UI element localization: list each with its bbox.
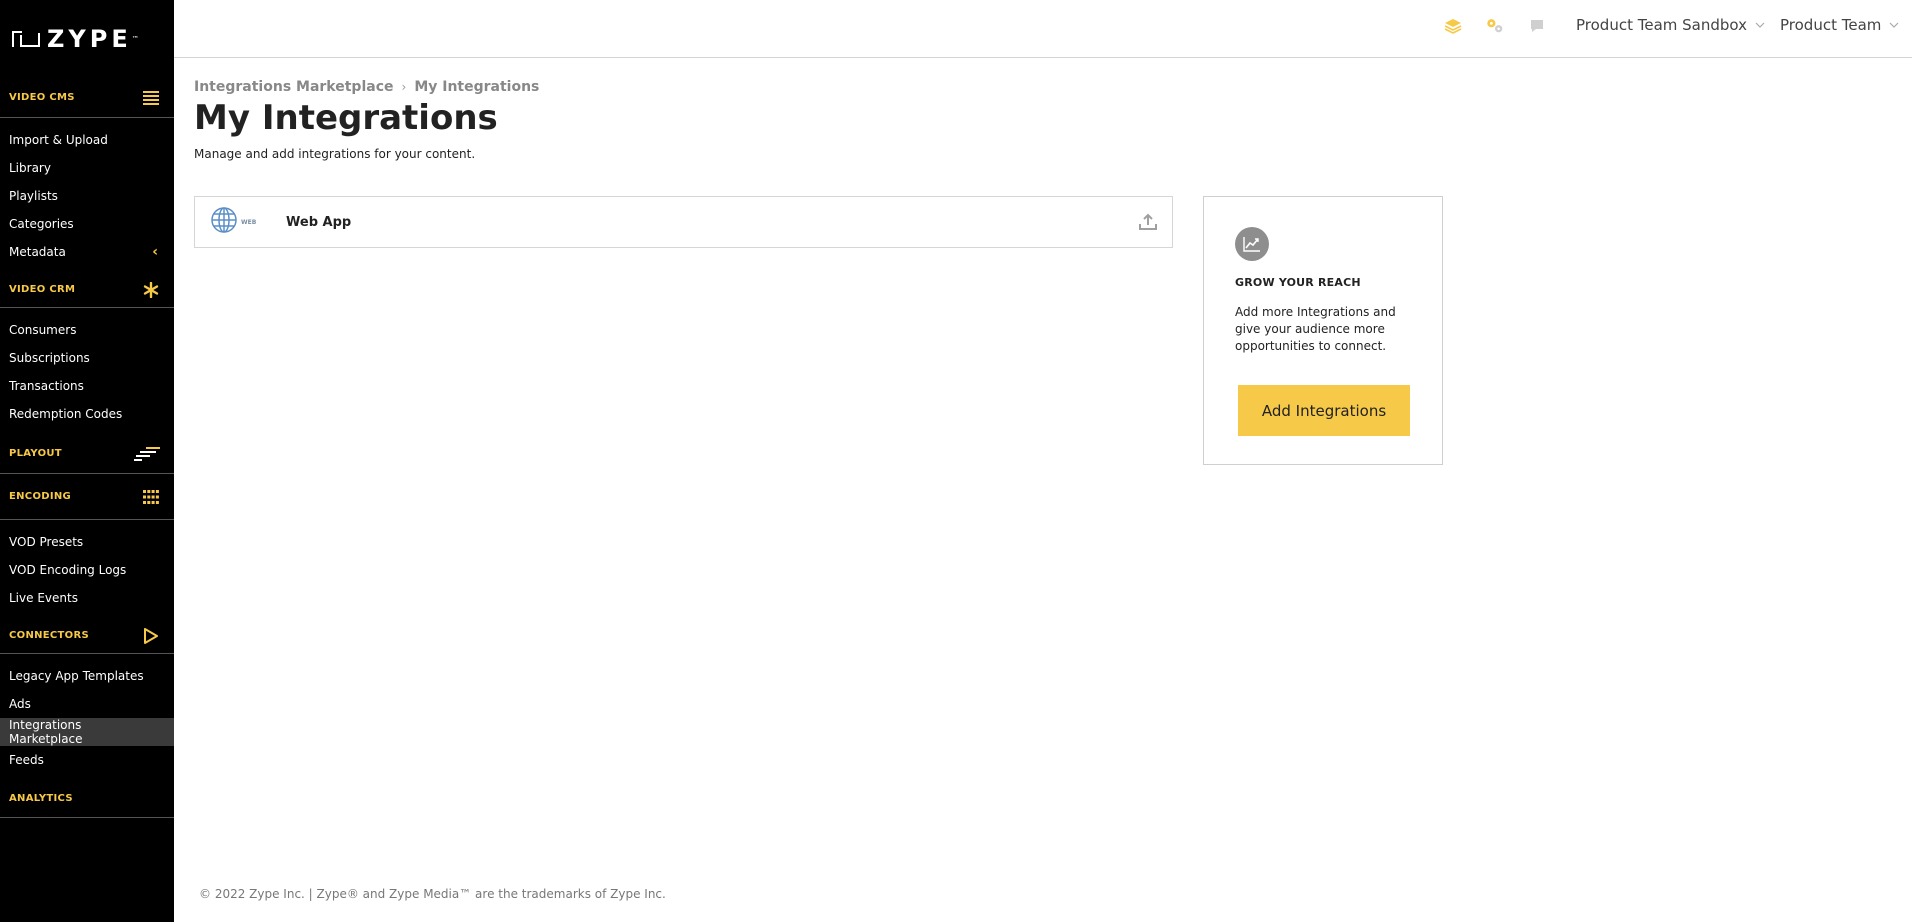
breadcrumb: Integrations Marketplace › My Integratio… — [194, 79, 1912, 95]
integration-name: Web App — [286, 214, 352, 230]
breadcrumb-current: My Integrations — [414, 79, 540, 95]
sidebar-item-transactions[interactable]: Transactions — [0, 372, 174, 400]
footer-text: © 2022 Zype Inc. | Zype® and Zype Media™… — [199, 887, 666, 901]
sidebar-item-label: Feeds — [9, 753, 44, 767]
account-dropdown-label: Product Team Sandbox — [1576, 16, 1747, 34]
breadcrumb-parent-link[interactable]: Integrations Marketplace — [194, 79, 394, 95]
section-video-crm[interactable]: VIDEO CRM — [0, 272, 174, 308]
video-cms-list: Import & Upload Library Playlists Catego… — [0, 118, 174, 272]
sidebar-item-integrations-marketplace[interactable]: Integrations Marketplace — [0, 718, 174, 746]
main-content: Integrations Marketplace › My Integratio… — [194, 58, 1912, 465]
chevron-down-icon — [1889, 20, 1899, 31]
section-connectors[interactable]: CONNECTORS — [0, 618, 174, 654]
sidebar-item-label: Legacy App Templates — [9, 669, 144, 683]
sidebar-item-label: Categories — [9, 217, 74, 231]
sidebar-item-ads[interactable]: Ads — [0, 690, 174, 718]
add-integrations-button[interactable]: Add Integrations — [1238, 385, 1410, 436]
play-outline-icon — [142, 627, 160, 645]
zype-logo-icon — [12, 31, 42, 47]
section-title-analytics: ANALYTICS — [9, 793, 73, 804]
sidebar-item-label: Metadata — [9, 245, 66, 259]
brand-tm: ™ — [131, 35, 139, 43]
sidebar-item-subscriptions[interactable]: Subscriptions — [0, 344, 174, 372]
sidebar-item-redemption-codes[interactable]: Redemption Codes — [0, 400, 174, 428]
section-title-video-crm: VIDEO CRM — [9, 284, 76, 295]
sidebar-item-label: Transactions — [9, 379, 84, 393]
section-video-cms[interactable]: VIDEO CMS — [0, 78, 174, 118]
top-bar: Product Team Sandbox Product Team — [174, 0, 1912, 58]
page-description: Manage and add integrations for your con… — [194, 147, 476, 161]
sidebar-item-label: Library — [9, 161, 51, 175]
integration-row-web-app[interactable]: WEB Web App — [194, 196, 1173, 248]
sidebar-item-label: Subscriptions — [9, 351, 90, 365]
section-playout[interactable]: PLAYOUT — [0, 434, 174, 474]
sidebar-item-label: VOD Encoding Logs — [9, 563, 127, 577]
web-logo-tag: WEB — [241, 218, 257, 226]
globe-icon — [210, 206, 238, 238]
sidebar-item-metadata[interactable]: Metadata ‹ — [0, 238, 174, 266]
encoding-list: VOD Presets VOD Encoding Logs Live Event… — [0, 520, 174, 618]
playout-lines-icon — [134, 445, 160, 463]
sidebar-item-playlists[interactable]: Playlists — [0, 182, 174, 210]
upload-icon[interactable] — [1138, 212, 1158, 232]
sidebar-item-label: Import & Upload — [9, 133, 108, 147]
grid-icon — [142, 488, 160, 506]
account-dropdown[interactable]: Product Team Sandbox — [1576, 16, 1765, 34]
team-dropdown[interactable]: Product Team — [1780, 16, 1899, 34]
layers-icon[interactable] — [1443, 16, 1463, 36]
sidebar-item-import-upload[interactable]: Import & Upload — [0, 126, 174, 154]
sidebar: ZYPE ™ VIDEO CMS Import & Upload Library … — [0, 0, 174, 922]
zype-logo[interactable]: ZYPE ™ — [0, 0, 174, 78]
sidebar-item-label: VOD Presets — [9, 535, 84, 549]
section-title-playout: PLAYOUT — [9, 448, 62, 459]
section-encoding[interactable]: ENCODING — [0, 474, 174, 520]
page-title: My Integrations — [194, 98, 498, 138]
brand-name: ZYPE — [47, 25, 132, 53]
team-dropdown-label: Product Team — [1780, 16, 1882, 34]
sidebar-item-label: Integrations Marketplace — [9, 718, 83, 746]
sidebar-item-label: Consumers — [9, 323, 77, 337]
sidebar-item-legacy-app-templates[interactable]: Legacy App Templates — [0, 662, 174, 690]
promo-title: GROW YOUR REACH — [1235, 276, 1361, 289]
sidebar-item-vod-encoding-logs[interactable]: VOD Encoding Logs — [0, 556, 174, 584]
grow-reach-card: GROW YOUR REACH Add more Integrations an… — [1203, 196, 1443, 465]
sidebar-item-label: Playlists — [9, 189, 58, 203]
gears-icon[interactable] — [1485, 16, 1505, 36]
trend-chart-icon — [1235, 227, 1269, 261]
chevron-right-icon: › — [401, 80, 407, 94]
sidebar-item-library[interactable]: Library — [0, 154, 174, 182]
web-app-logo: WEB — [210, 206, 266, 238]
asterisk-icon — [142, 281, 160, 299]
section-title-video-cms: VIDEO CMS — [9, 92, 75, 103]
sidebar-item-categories[interactable]: Categories — [0, 210, 174, 238]
sidebar-item-label: Live Events — [9, 591, 78, 605]
sidebar-item-consumers[interactable]: Consumers — [0, 316, 174, 344]
video-crm-list: Consumers Subscriptions Transactions Red… — [0, 308, 174, 434]
chat-icon[interactable] — [1527, 16, 1547, 36]
sidebar-item-feeds[interactable]: Feeds — [0, 746, 174, 774]
sidebar-item-live-events[interactable]: Live Events — [0, 584, 174, 612]
promo-text: Add more Integrations and give your audi… — [1235, 305, 1396, 353]
section-title-encoding: ENCODING — [9, 491, 72, 502]
sidebar-item-label: Ads — [9, 697, 31, 711]
chevron-down-icon — [1755, 20, 1765, 31]
collapse-sidebar-icon[interactable]: ‹ — [152, 244, 158, 260]
sidebar-item-vod-presets[interactable]: VOD Presets — [0, 528, 174, 556]
section-analytics[interactable]: ANALYTICS — [0, 780, 174, 818]
section-title-connectors: CONNECTORS — [9, 630, 89, 641]
header-icons — [1443, 16, 1547, 36]
connectors-list: Legacy App Templates Ads Integrations Ma… — [0, 654, 174, 780]
menu-lines-icon[interactable] — [142, 89, 160, 107]
sidebar-item-label: Redemption Codes — [9, 407, 123, 421]
